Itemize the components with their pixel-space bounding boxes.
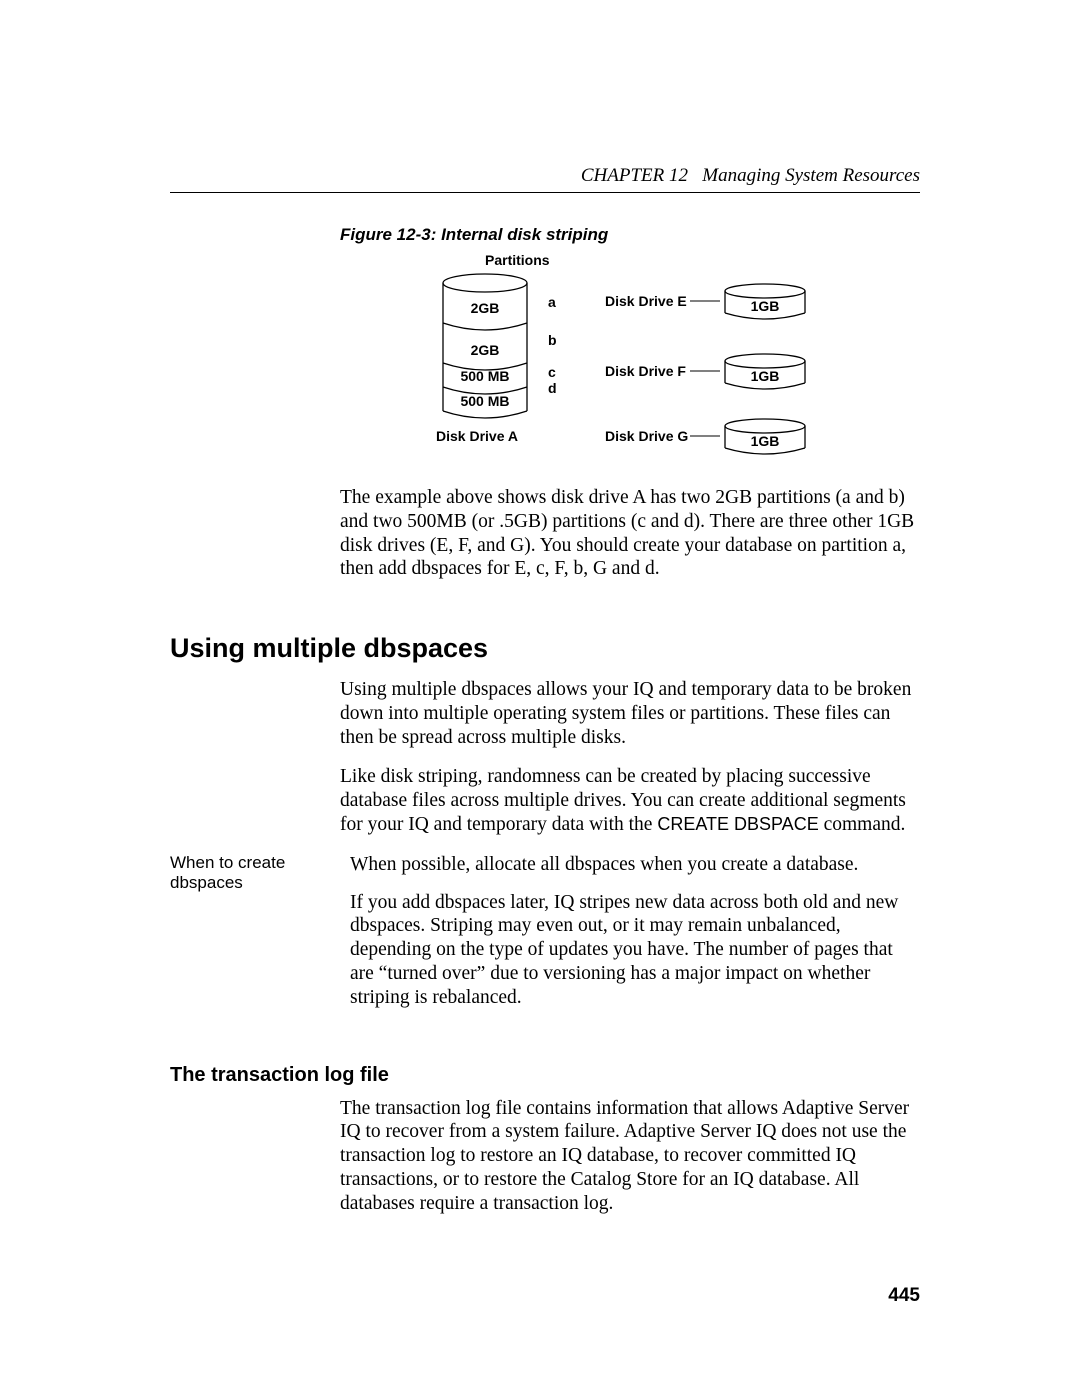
sidehead-block: When to create dbspaces When possible, a… <box>170 853 920 1024</box>
svg-text:b: b <box>548 332 557 348</box>
section-heading-dbspaces: Using multiple dbspaces <box>170 633 920 664</box>
svg-text:Disk Drive A: Disk Drive A <box>436 428 518 444</box>
sidehead-label: When to create dbspaces <box>170 853 350 894</box>
drive-a-icon: 2GB 2GB 500 MB 500 MB a b c d Disk Drive… <box>436 274 557 444</box>
svg-text:1GB: 1GB <box>751 298 780 314</box>
svg-text:Disk Drive F: Disk Drive F <box>605 363 686 379</box>
svg-text:500 MB: 500 MB <box>460 393 509 409</box>
page-number: 445 <box>888 1285 920 1307</box>
section1-p1: Using multiple dbspaces allows your IQ a… <box>340 678 920 749</box>
svg-text:500 MB: 500 MB <box>460 368 509 384</box>
svg-text:2GB: 2GB <box>471 342 500 358</box>
svg-text:1GB: 1GB <box>751 433 780 449</box>
svg-text:c: c <box>548 364 556 380</box>
chapter-title: Managing System Resources <box>702 165 920 186</box>
section1-p3: When possible, allocate all dbspaces whe… <box>350 853 920 877</box>
sidehead-body: When possible, allocate all dbspaces whe… <box>350 853 920 1024</box>
figure-diagram: Partitions 2GB 2GB 500 MB 500 MB <box>430 251 920 466</box>
section-heading-txnlog: The transaction log file <box>170 1064 920 1087</box>
section1-p4: If you add dbspaces later, IQ stripes ne… <box>350 891 920 1010</box>
chapter-label: CHAPTER 12 <box>581 165 688 186</box>
page: CHAPTER 12 Managing System Resources Fig… <box>0 0 1080 1397</box>
section2-p1: The transaction log file contains inform… <box>340 1097 920 1216</box>
svg-text:2GB: 2GB <box>471 300 500 316</box>
content: Figure 12-3: Internal disk striping Part… <box>170 225 920 1215</box>
drive-g-icon: Disk Drive G 1GB <box>605 419 805 454</box>
section1-p2: Like disk striping, randomness can be cr… <box>340 765 920 836</box>
running-header: CHAPTER 12 Managing System Resources <box>581 165 920 187</box>
drive-f-icon: Disk Drive F 1GB <box>605 354 805 389</box>
svg-text:1GB: 1GB <box>751 368 780 384</box>
header-rule <box>170 192 920 193</box>
svg-text:Disk Drive E: Disk Drive E <box>605 293 687 309</box>
svg-text:Disk Drive G: Disk Drive G <box>605 428 688 444</box>
partitions-label: Partitions <box>485 252 550 268</box>
figure-caption: Figure 12-3: Internal disk striping <box>340 225 920 245</box>
svg-text:d: d <box>548 380 557 396</box>
svg-text:a: a <box>548 294 556 310</box>
figure-description: The example above shows disk drive A has… <box>340 486 920 581</box>
drive-e-icon: Disk Drive E 1GB <box>605 284 805 319</box>
create-dbspace-cmd: CREATE DBSPACE <box>657 814 818 834</box>
